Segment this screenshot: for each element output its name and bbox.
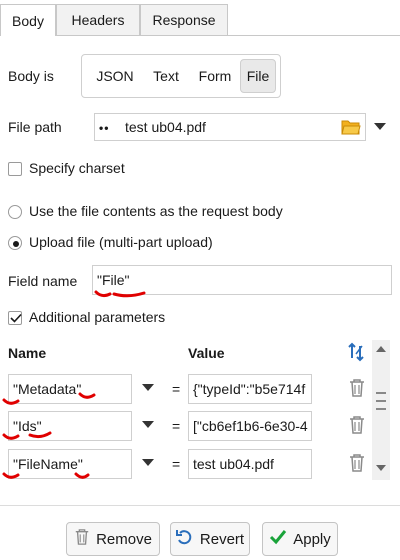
tab-response[interactable]: Response bbox=[140, 4, 228, 35]
param-value-text: ["cb6ef1b6-6e30-4 bbox=[193, 418, 308, 434]
radio-file-contents[interactable] bbox=[8, 205, 22, 219]
radio-file-contents-label: Use the file contents as the request bod… bbox=[29, 203, 283, 219]
scroll-grip-icon[interactable] bbox=[376, 392, 386, 410]
body-type-text[interactable]: Text bbox=[142, 55, 190, 97]
file-path-value: test ub04.pdf bbox=[125, 119, 206, 135]
body-type-file-label: File bbox=[246, 68, 270, 84]
params-scrollbar[interactable] bbox=[372, 340, 390, 480]
param-value-input[interactable]: test ub04.pdf bbox=[188, 449, 312, 479]
param-name-dropdown-icon[interactable] bbox=[142, 459, 154, 466]
specify-charset-checkbox[interactable] bbox=[8, 162, 22, 176]
radio-upload-file-label: Upload file (multi-part upload) bbox=[29, 234, 213, 250]
remove-button-label: Remove bbox=[96, 530, 152, 548]
delete-row-icon[interactable] bbox=[348, 378, 366, 401]
param-name-dropdown-icon[interactable] bbox=[142, 384, 154, 391]
param-name-dropdown-icon[interactable] bbox=[142, 421, 154, 428]
trash-icon bbox=[74, 528, 90, 550]
body-type-json[interactable]: JSON bbox=[88, 55, 142, 97]
body-type-selector: JSON Text Form File bbox=[81, 54, 281, 98]
revert-button-label: Revert bbox=[199, 530, 245, 548]
delete-row-icon[interactable] bbox=[348, 415, 366, 438]
equals-sign: = bbox=[172, 456, 181, 472]
radio-selected-dot bbox=[13, 241, 19, 247]
param-value-text: test ub04.pdf bbox=[193, 456, 274, 472]
tab-headers-label: Headers bbox=[71, 12, 125, 28]
remove-button[interactable]: Remove bbox=[66, 522, 160, 556]
body-type-text-label: Text bbox=[153, 68, 179, 84]
additional-parameters-label: Additional parameters bbox=[29, 309, 166, 325]
checkmark-icon bbox=[10, 313, 22, 323]
field-name-label: Field name bbox=[8, 273, 78, 289]
tab-response-label: Response bbox=[152, 12, 216, 28]
specify-charset-label: Specify charset bbox=[29, 160, 125, 176]
param-value-input[interactable]: {"typeId":"b5e714f bbox=[188, 374, 312, 404]
sort-icon[interactable] bbox=[346, 341, 368, 366]
equals-sign: = bbox=[172, 418, 181, 434]
folder-icon[interactable] bbox=[341, 118, 361, 139]
body-type-form-label: Form bbox=[198, 68, 232, 84]
body-is-label: Body is bbox=[8, 68, 54, 84]
apply-button-label: Apply bbox=[293, 530, 331, 548]
param-value-input[interactable]: ["cb6ef1b6-6e30-4 bbox=[188, 411, 312, 441]
scroll-down-icon[interactable] bbox=[376, 465, 386, 471]
body-type-json-label: JSON bbox=[96, 68, 134, 84]
checkmark-icon bbox=[269, 529, 287, 549]
variables-icon[interactable]: •• bbox=[99, 121, 109, 135]
revert-button[interactable]: Revert bbox=[170, 522, 250, 556]
delete-row-icon[interactable] bbox=[348, 453, 366, 476]
radio-upload-file[interactable] bbox=[8, 236, 22, 250]
tab-body-label: Body bbox=[12, 12, 44, 29]
annotation-underline bbox=[94, 290, 146, 298]
tab-divider bbox=[0, 35, 400, 36]
annotation-marks bbox=[2, 392, 96, 479]
file-path-dropdown-icon[interactable] bbox=[374, 123, 386, 130]
tab-headers[interactable]: Headers bbox=[56, 4, 140, 35]
body-type-file[interactable]: File bbox=[240, 59, 276, 93]
apply-button[interactable]: Apply bbox=[262, 522, 338, 556]
column-header-name: Name bbox=[8, 345, 47, 361]
tab-bar: Body Headers Response bbox=[0, 0, 400, 36]
footer-divider bbox=[0, 505, 400, 506]
file-path-label: File path bbox=[8, 119, 62, 135]
file-path-field[interactable]: •• test ub04.pdf bbox=[94, 113, 366, 141]
scroll-up-icon[interactable] bbox=[376, 346, 386, 352]
revert-icon bbox=[175, 528, 194, 550]
column-header-value: Value bbox=[188, 345, 225, 361]
tab-body[interactable]: Body bbox=[0, 4, 56, 36]
param-value-text: {"typeId":"b5e714f bbox=[193, 381, 306, 397]
additional-parameters-checkbox[interactable] bbox=[8, 311, 22, 325]
equals-sign: = bbox=[172, 381, 181, 397]
body-type-form[interactable]: Form bbox=[190, 55, 240, 97]
